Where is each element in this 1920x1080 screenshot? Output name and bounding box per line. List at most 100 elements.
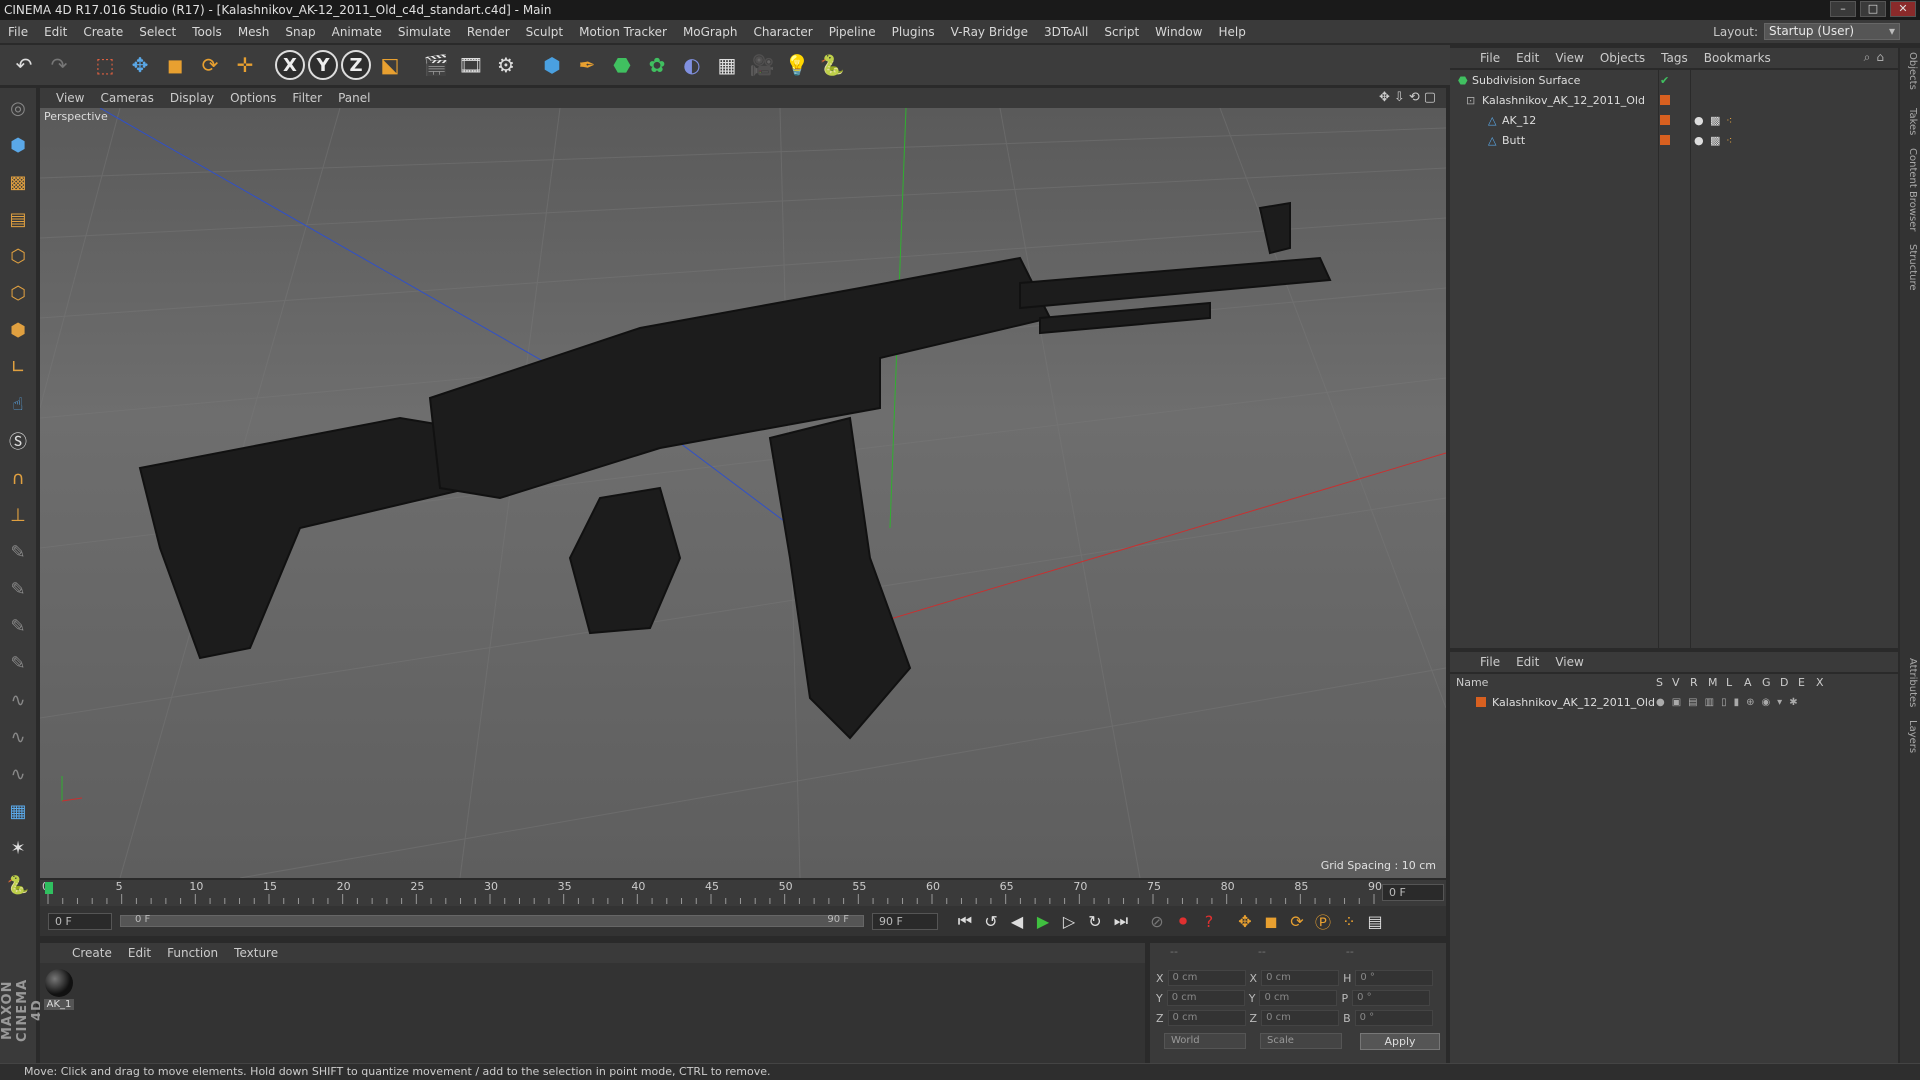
previous-frame-icon[interactable]: ◀ [1004,909,1030,933]
coordinate-system-icon[interactable]: ⬕ [374,49,406,81]
render-view-icon[interactable]: 🎬 [420,49,452,81]
rotation-h-field[interactable]: 0 ° [1355,970,1434,986]
end-frame-field[interactable]: 90 F [872,912,938,930]
python-icon[interactable]: 🐍 [3,869,33,901]
tweak-mode-icon[interactable]: ☝ [3,388,33,420]
layer-color-swatch[interactable] [1660,135,1670,145]
position-key-icon[interactable]: ✥ [1232,909,1258,933]
deformer-icon[interactable]: ◐ [676,49,708,81]
perspective-viewport[interactable]: Perspective Grid Spacing : 10 cm [40,108,1446,878]
layers-menu-view[interactable]: View [1547,655,1591,669]
frame-range-slider[interactable]: 0 F 90 F [120,914,864,927]
menu-help[interactable]: Help [1210,25,1253,39]
rotation-b-field[interactable]: 0 ° [1354,1010,1433,1026]
side-tab-objects[interactable]: Objects [1902,52,1918,90]
floor-environment-icon[interactable]: ▦ [711,49,743,81]
rotation-p-field[interactable]: 0 ° [1352,990,1431,1006]
cube-primitive-icon[interactable]: ⬢ [536,49,568,81]
position-z-field[interactable]: 0 cm [1167,1010,1246,1026]
phong-tag-icon[interactable]: ⁖ [1726,134,1732,147]
phong-tag-icon[interactable]: ⁖ [1726,114,1732,127]
menu-3dtoall[interactable]: 3DToAll [1036,25,1096,39]
side-tab-takes[interactable]: Takes [1902,108,1918,135]
layers-menu-file[interactable]: File [1472,655,1508,669]
axis-z-lock-button[interactable]: Z [341,50,371,80]
pull-tool-icon[interactable]: ✎ [3,573,33,605]
texture-tag-icon[interactable]: ▩ [1710,134,1720,147]
rotate-tool-icon[interactable]: ⟳ [194,49,226,81]
size-y-field[interactable]: 0 cm [1259,990,1338,1006]
material-tag-icon[interactable]: ● [1694,134,1704,147]
menu-create[interactable]: Create [75,25,131,39]
camera-icon[interactable]: 🎥 [746,49,778,81]
coordinate-mode-dropdown[interactable]: World [1164,1033,1246,1049]
viewport-menu-display[interactable]: Display [162,91,222,105]
material-menu-texture[interactable]: Texture [226,946,286,960]
snapping-icon[interactable]: ⊥ [3,499,33,531]
object-row[interactable]: ⬣ Subdivision Surface ✔ [1450,70,1898,90]
enabled-check-icon[interactable]: ✔ [1660,74,1669,87]
pen-spline-icon[interactable]: ✒ [571,49,603,81]
menu-animate[interactable]: Animate [324,25,390,39]
edges-mode-icon[interactable]: ⬡ [3,277,33,309]
side-tab-content-browser[interactable]: Content Browser [1902,148,1918,231]
record-keys-icon[interactable]: ⊘ [1144,909,1170,933]
objects-menu-file[interactable]: File [1472,51,1508,65]
array-mograph-icon[interactable]: ✿ [641,49,673,81]
subdivision-surface-icon[interactable]: ⬣ [606,49,638,81]
sculpt-grid-icon[interactable]: ▦ [3,795,33,827]
texture-mode-icon[interactable]: ▩ [3,166,33,198]
position-y-field[interactable]: 0 cm [1166,990,1245,1006]
menu-pipeline[interactable]: Pipeline [821,25,884,39]
transform-tool-icon[interactable]: ✛ [229,49,261,81]
layout-dropdown[interactable]: Startup (User) [1764,23,1900,40]
material-swatch[interactable]: AK_1 [42,965,78,1017]
objects-menu-objects[interactable]: Objects [1592,51,1653,65]
playhead-marker[interactable] [45,882,53,894]
scale-key-icon[interactable]: ◼ [1258,909,1284,933]
keyframe-selection-icon[interactable]: ? [1196,909,1222,933]
size-z-field[interactable]: 0 cm [1261,1010,1340,1026]
menu-window[interactable]: Window [1147,25,1210,39]
menu-vray-bridge[interactable]: V-Ray Bridge [943,25,1036,39]
point-level-key-icon[interactable]: ⁘ [1336,909,1362,933]
side-tab-layers[interactable]: Layers [1902,720,1918,753]
menu-render[interactable]: Render [459,25,518,39]
autokeying-icon[interactable]: ⏺ [1170,909,1196,933]
maximize-button[interactable]: □ [1860,1,1886,17]
menu-mograph[interactable]: MoGraph [675,25,746,39]
workplane-icon[interactable]: ▤ [3,203,33,235]
play-forward-icon[interactable]: ▶ [1030,909,1056,933]
model-mode-icon[interactable]: ⬢ [3,129,33,161]
menu-plugins[interactable]: Plugins [884,25,943,39]
menu-select[interactable]: Select [131,25,184,39]
menu-simulate[interactable]: Simulate [390,25,459,39]
scale-tool-icon[interactable]: ◼ [159,49,191,81]
live-selection-icon[interactable]: ⬚ [89,49,121,81]
texture-tag-icon[interactable]: ▩ [1710,114,1720,127]
axis-y-lock-button[interactable]: Y [308,50,338,80]
loop-tool-icon[interactable]: ∿ [3,684,33,716]
rotation-key-icon[interactable]: ⟳ [1284,909,1310,933]
go-to-end-icon[interactable]: ⏭ [1108,909,1134,933]
material-menu-edit[interactable]: Edit [120,946,159,960]
object-row[interactable]: △ AK_12 ● ▩ ⁖ [1450,110,1898,130]
material-menu-function[interactable]: Function [159,946,226,960]
apply-button[interactable]: Apply [1360,1033,1440,1050]
menu-script[interactable]: Script [1096,25,1147,39]
menu-sculpt[interactable]: Sculpt [518,25,571,39]
viewport-menu-cameras[interactable]: Cameras [92,91,161,105]
close-button[interactable]: ✕ [1890,1,1916,17]
menu-motion-tracker[interactable]: Motion Tracker [571,25,675,39]
layer-color-swatch[interactable] [1660,95,1670,105]
spline-tool-icon[interactable]: ✶ [3,832,33,864]
object-row[interactable]: △ Butt ● ▩ ⁖ [1450,130,1898,150]
objects-menu-edit[interactable]: Edit [1508,51,1547,65]
parameter-key-icon[interactable]: Ⓟ [1310,909,1336,933]
viewport-menu-filter[interactable]: Filter [284,91,330,105]
side-tab-structure[interactable]: Structure [1902,244,1918,291]
objects-menu-tags[interactable]: Tags [1653,51,1696,65]
material-tag-icon[interactable]: ● [1694,114,1704,127]
render-picture-viewer-icon[interactable]: 🎞 [455,49,487,81]
points-mode-icon[interactable]: ⬡ [3,240,33,272]
